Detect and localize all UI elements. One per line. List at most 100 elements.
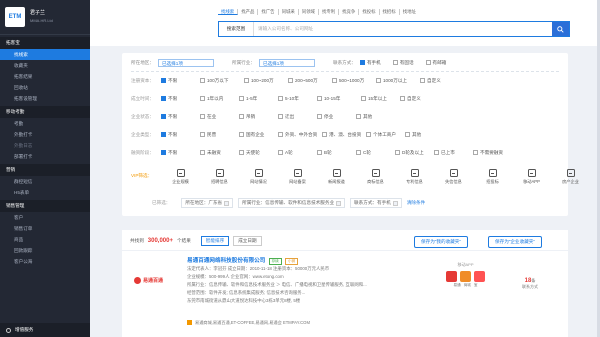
checkbox[interactable] [161, 132, 166, 137]
sidebar-section-title[interactable]: 营销 [0, 164, 90, 176]
search-type-tab[interactable]: 找线索 [218, 9, 239, 15]
company-name-link[interactable]: 易通百通网络科技股份有限公司 [187, 258, 265, 264]
remove-chip-icon[interactable] [336, 200, 342, 206]
sidebar-item[interactable]: 外勤日志 [0, 140, 90, 151]
sidebar-item[interactable]: 客户公海 [0, 256, 90, 267]
checkbox[interactable] [244, 78, 249, 83]
remove-chip-icon[interactable] [224, 200, 230, 206]
vip-filter-item[interactable]: 商标信息 [356, 169, 395, 185]
checkbox[interactable] [359, 60, 365, 66]
checkbox[interactable] [332, 78, 337, 83]
save-company-favorites-button[interactable]: 保存为"企业收藏夹" [488, 236, 543, 248]
company-result-logo[interactable]: 易通百通 [134, 272, 174, 288]
filter-option[interactable]: 100万以下 [200, 78, 244, 84]
sort-smart-tab[interactable]: 智能排序 [200, 236, 230, 246]
filter-option[interactable]: 10-15年 [317, 96, 361, 102]
filter-option[interactable]: 不限 [161, 96, 200, 102]
filter-option[interactable]: 已上市 [434, 150, 473, 156]
sidebar-item[interactable]: 商品 [0, 234, 90, 245]
checkbox[interactable] [317, 114, 322, 119]
sidebar-item[interactable]: 回款跟踪 [0, 245, 90, 256]
region-select[interactable]: 已选择1项 [157, 59, 214, 67]
checkbox[interactable] [161, 114, 166, 119]
checkbox[interactable] [356, 150, 361, 155]
checkbox[interactable] [395, 150, 400, 155]
filter-option[interactable]: 停业 [317, 114, 356, 120]
vip-filter-item[interactable]: 招投标 [473, 169, 512, 185]
checkbox[interactable] [473, 150, 478, 155]
sidebar-item[interactable]: 群控短信 [0, 176, 90, 187]
sidebar-section-title[interactable]: 拓客宝 [0, 37, 90, 49]
search-type-tab[interactable]: 同领域 [299, 9, 319, 15]
industry-select[interactable]: 已选择1项 [258, 59, 315, 67]
checkbox[interactable] [317, 96, 322, 101]
search-input[interactable]: 请输入公司名称、公司网址 [254, 22, 552, 36]
filter-option[interactable]: 500~1000万 [332, 78, 376, 84]
sidebar-item[interactable]: 找线索 [0, 49, 90, 60]
clear-filters-link[interactable]: 清除条件 [407, 200, 425, 206]
checkbox[interactable] [376, 78, 381, 83]
checkbox[interactable] [278, 114, 283, 119]
filter-option[interactable]: B轮 [317, 150, 356, 156]
contact-option[interactable]: 有手机 [359, 60, 381, 66]
filter-option[interactable]: 个体工商户 [366, 132, 405, 138]
sidebar-item[interactable]: H5表单 [0, 187, 90, 198]
sidebar-section-title[interactable]: 移动考勤 [0, 106, 90, 118]
filter-option[interactable]: 15年以上 [361, 96, 400, 102]
filter-chip[interactable]: 所在地区：广东省 [181, 198, 234, 208]
checkbox[interactable] [200, 96, 205, 101]
sidebar-item[interactable]: 外勤打卡 [0, 129, 90, 140]
checkbox[interactable] [392, 60, 398, 66]
vip-filter-item[interactable]: 网站备案 [278, 169, 317, 185]
checkbox[interactable] [200, 150, 205, 155]
checkbox[interactable] [200, 78, 205, 83]
vip-filter-item[interactable]: 新闻报道 [317, 169, 356, 185]
checkbox[interactable] [161, 96, 166, 101]
filter-option[interactable]: 其他 [356, 114, 395, 120]
filter-option[interactable]: 1-5年 [239, 96, 278, 102]
filter-option[interactable]: 不限 [161, 78, 200, 84]
filter-option[interactable]: 港、澳、台投资 [322, 132, 366, 138]
search-type-tab[interactable]: 同城采 [279, 9, 299, 15]
filter-option[interactable]: D轮及以上 [395, 150, 434, 156]
checkbox[interactable] [200, 114, 205, 119]
sidebar-item[interactable]: 收藏夹 [0, 60, 90, 71]
sidebar-item[interactable]: 部署打卡 [0, 151, 90, 162]
checkbox[interactable] [420, 78, 425, 83]
search-type-tab[interactable]: 找产品 [238, 9, 259, 15]
checkbox[interactable] [405, 132, 410, 137]
filter-option[interactable]: A轮 [278, 150, 317, 156]
value-added-service-button[interactable]: 增值服务 [0, 323, 90, 337]
sidebar-section-title[interactable]: 销售管理 [0, 200, 90, 212]
sidebar-item[interactable]: 销售订单 [0, 223, 90, 234]
checkbox[interactable] [278, 150, 283, 155]
search-type-tab[interactable]: 找专利 [319, 9, 340, 15]
checkbox[interactable] [200, 132, 205, 137]
filter-option[interactable]: C轮 [356, 150, 395, 156]
checkbox[interactable] [278, 132, 283, 137]
filter-option[interactable]: 1000万以上 [376, 78, 420, 84]
filter-option[interactable]: 不限 [161, 132, 200, 138]
filter-option[interactable]: 民营 [200, 132, 239, 138]
checkbox[interactable] [434, 150, 439, 155]
checkbox[interactable] [239, 150, 244, 155]
filter-option[interactable]: 200~500万 [288, 78, 332, 84]
search-button[interactable] [552, 22, 569, 36]
filter-option[interactable]: 外资、中外合资 [278, 132, 322, 138]
checkbox[interactable] [317, 150, 322, 155]
filter-chip[interactable]: 联系方式：有手机 [350, 198, 402, 208]
filter-option[interactable]: 不限 [161, 150, 200, 156]
filter-option[interactable]: 不需要融资 [473, 150, 512, 156]
filter-option[interactable]: 自定义 [420, 78, 459, 84]
filter-option[interactable]: 其他 [405, 132, 444, 138]
checkbox[interactable] [239, 132, 244, 137]
search-type-tab[interactable]: 找招标 [380, 9, 400, 15]
search-type-tab[interactable]: 找竞争 [339, 9, 360, 15]
checkbox[interactable] [366, 132, 371, 137]
checkbox[interactable] [278, 96, 283, 101]
filter-option[interactable]: 未融资 [200, 150, 239, 156]
vip-filter-item[interactable]: 失信信息 [434, 169, 473, 185]
sidebar-item[interactable]: 拓客结果 [0, 71, 90, 82]
save-my-favorites-button[interactable]: 保存为"我的收藏夹" [414, 236, 469, 248]
checkbox[interactable] [322, 132, 327, 137]
